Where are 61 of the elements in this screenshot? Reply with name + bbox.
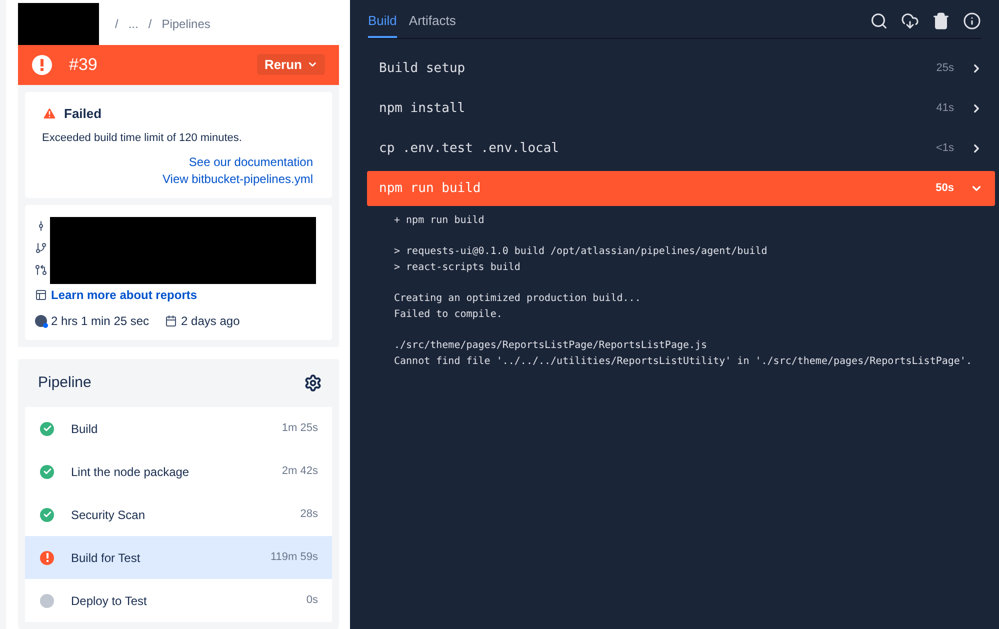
duration-icon	[35, 315, 47, 327]
link[interactable]: See our documentation	[188, 154, 313, 171]
command-text: cp .env.test .env.local	[379, 140, 560, 158]
failure-title: Failed	[64, 105, 102, 123]
command-duration: <1s	[936, 141, 954, 156]
step-name: Build for Test	[71, 550, 142, 566]
pipeline-step[interactable]: Build for Test 119m 59s	[25, 536, 332, 579]
command-text: npm install	[379, 100, 466, 118]
command-row[interactable]: Build setup 25s	[367, 51, 995, 86]
calendar-icon	[165, 315, 178, 327]
step-duration: 1m 25s	[282, 421, 318, 436]
log-line: ./src/theme/pages/ReportsListPage/ReportsListPage.js	[394, 339, 708, 353]
error-icon	[32, 54, 52, 75]
breadcrumb-item: /	[148, 16, 152, 33]
log-line: > react-scripts build	[394, 261, 522, 275]
report-link[interactable]: Learn more about reports	[51, 286, 198, 304]
pipeline-step[interactable]: Security Scan 28s	[25, 493, 332, 536]
run-number: #39	[69, 54, 98, 76]
failure-message: Exceeded build time limit of 120 minutes.	[42, 130, 243, 146]
pipeline-step[interactable]: Lint the node package 2m 42s	[25, 450, 332, 493]
log-line: Failed to compile.	[394, 308, 504, 322]
step-name: Deploy to Test	[71, 592, 148, 610]
settings-icon[interactable]	[304, 374, 322, 392]
step-duration: 2m 42s	[282, 464, 318, 480]
log-line: Creating an optimized production build...	[394, 292, 642, 306]
info-icon[interactable]	[963, 12, 981, 30]
command-text: npm run build	[379, 180, 482, 198]
link[interactable]: View bitbucket-pipelines.yml	[162, 171, 313, 188]
step-duration: 0s	[306, 593, 318, 608]
command-duration: 25s	[936, 61, 954, 76]
breadcrumb-item[interactable]: Pipelines	[162, 14, 210, 33]
command-row[interactable]: npm install 41s	[367, 91, 995, 126]
tab[interactable]: Build	[368, 10, 397, 38]
tab[interactable]: Artifacts	[408, 10, 456, 38]
log-line: + npm run build	[394, 214, 486, 228]
command-duration: 50s	[936, 181, 954, 196]
command-row[interactable]: cp .env.test .env.local <1s	[367, 131, 995, 166]
step-name: Lint the node package	[71, 464, 190, 480]
step-duration: 28s	[300, 507, 318, 522]
pipeline-step[interactable]: Build 1m 25s	[25, 407, 332, 450]
pipeline-title: Pipeline	[38, 372, 92, 393]
rerun-button[interactable]: Rerun	[257, 54, 325, 76]
pipeline-step[interactable]: Deploy to Test 0s	[25, 579, 332, 622]
breadcrumb-item: /	[115, 16, 118, 33]
duration-text: 2 hrs 1 min 25 sec	[51, 313, 150, 330]
step-name: Build	[71, 420, 99, 438]
log-line: Cannot find file '../../../utilities/ReportsListUtility' in './src/theme/pages/ReportsListPage'.	[394, 355, 973, 369]
report-icon	[35, 289, 47, 301]
step-name: Security Scan	[71, 506, 146, 524]
date-text: 2 days ago	[181, 313, 240, 330]
log-line: > requests-ui@0.1.0 build /opt/atlassian/pipelines/agent/build	[394, 245, 768, 259]
command-duration: 41s	[936, 101, 954, 116]
trash-icon[interactable]	[932, 12, 950, 30]
branch-icon	[35, 242, 47, 254]
pull-request-icon	[35, 264, 47, 276]
warning-icon	[42, 106, 57, 122]
command-text: Build setup	[379, 60, 466, 78]
search-icon[interactable]	[870, 12, 888, 30]
step-duration: 119m 59s	[270, 550, 318, 566]
cloud-download-icon[interactable]	[901, 12, 919, 30]
breadcrumb-item[interactable]: ...	[128, 14, 138, 33]
